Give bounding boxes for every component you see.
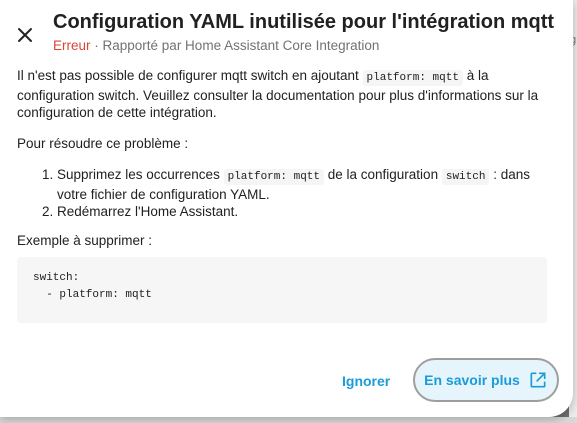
reporter-label: · Rapporté par Home Assistant Core Integ… <box>90 38 380 53</box>
learn-more-label: En savoir plus <box>424 372 520 388</box>
open-in-new-icon <box>530 372 546 388</box>
resolve-heading: Pour résoudre ce problème : <box>17 136 189 151</box>
step1-text-b: de la configuration <box>324 167 442 182</box>
close-button[interactable] <box>8 18 42 52</box>
dialog-title: Configuration YAML inutilisée pour l'int… <box>53 11 555 33</box>
step1-text-a: Supprimez les occurrences <box>57 167 224 182</box>
description-paragraph: Il n'est pas possible de configurer mqtt… <box>17 67 547 121</box>
step-item: Redémarrez l'Home Assistant. <box>57 203 547 220</box>
dialog-content: Il n'est pas possible de configurer mqtt… <box>17 67 547 323</box>
resolution-steps: Supprimez les occurrences platform: mqtt… <box>17 166 547 220</box>
description-text-a: Il n'est pas possible de configurer mqtt… <box>17 68 363 83</box>
example-code-block: switch: - platform: mqtt <box>17 257 547 323</box>
dialog-subtitle: Erreur · Rapporté par Home Assistant Cor… <box>53 38 379 53</box>
learn-more-button[interactable]: En savoir plus <box>413 358 559 402</box>
step-item: Supprimez les occurrences platform: mqtt… <box>57 166 547 203</box>
ignore-button[interactable]: Ignorer <box>334 368 398 394</box>
background-page-bottom <box>0 417 577 423</box>
severity-label: Erreur <box>53 38 91 53</box>
inline-code-switch: switch <box>441 169 490 185</box>
example-heading: Exemple à supprimer : <box>17 233 153 248</box>
inline-code-platform: platform: mqtt <box>362 70 463 86</box>
inline-code-platform: platform: mqtt <box>223 169 324 185</box>
repair-issue-dialog: Configuration YAML inutilisée pour l'int… <box>0 0 573 417</box>
close-icon <box>18 28 32 42</box>
